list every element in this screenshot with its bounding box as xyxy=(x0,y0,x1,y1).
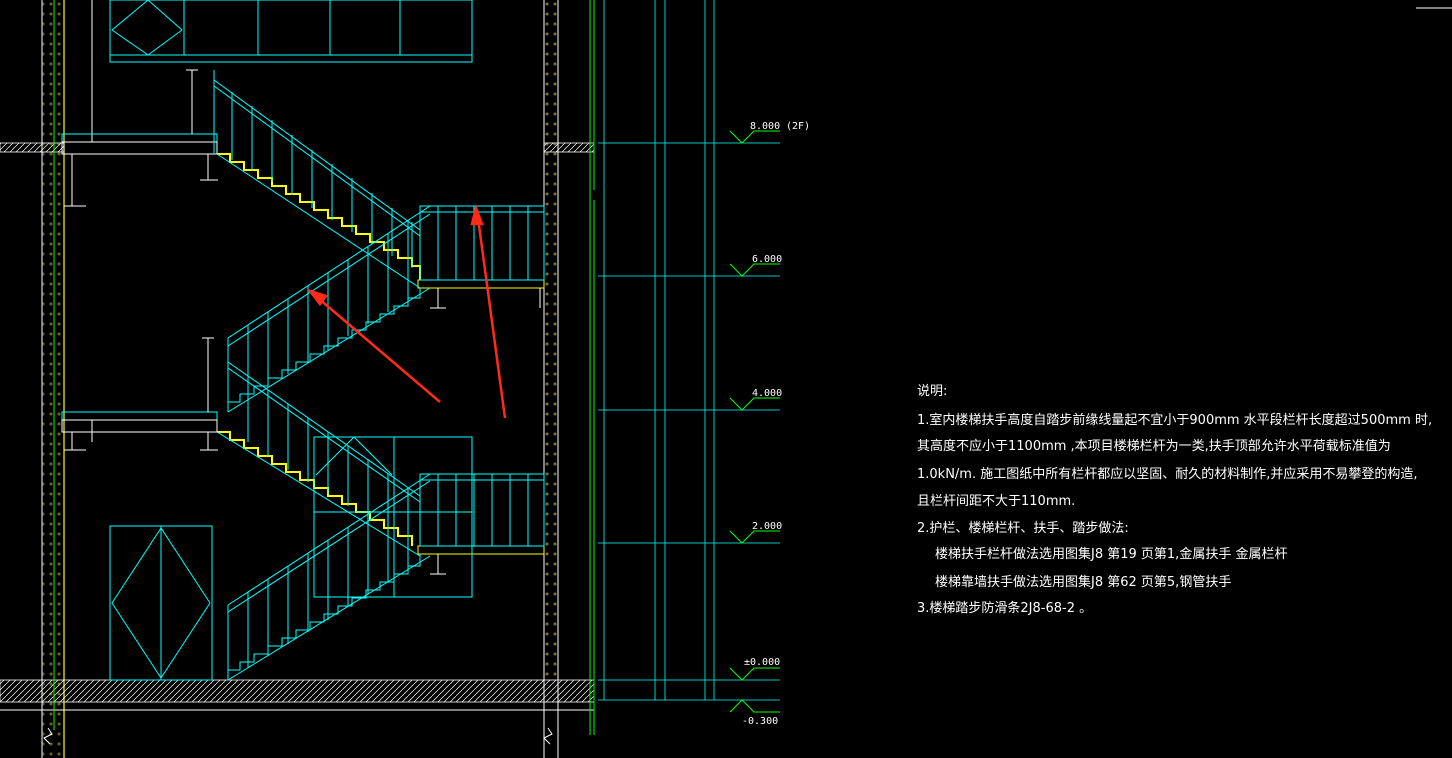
railings xyxy=(213,70,545,680)
door xyxy=(109,525,213,681)
stair-section-drawing: 8.000 (2F) 6.000 4.000 2.000 ±0.000 -0.3… xyxy=(0,0,1452,758)
notes-line-5: 2.护栏、楼梯栏杆、扶手、踏步做法: xyxy=(917,521,1129,536)
notes-line-4: 且栏杆间距不大于110mm. xyxy=(917,494,1076,509)
notes-line-8: 3.楼梯踏步防滑条2J8-68-2 。 xyxy=(917,601,1093,616)
stair-steps xyxy=(217,153,421,546)
notes-line-1: 1.室内楼梯扶手高度自踏步前缘线量起不宜小于900mm 水平段栏杆长度超过500… xyxy=(917,413,1433,428)
notes-line-2: 其高度不应小于1100mm ,本项目楼梯栏杆为一类,扶手顶部允许水平荷载标准值为 xyxy=(917,439,1391,454)
elevation-4000: 4.000 xyxy=(752,388,782,399)
elevation-8000-suffix: (2F) xyxy=(786,121,810,132)
notes-line-7: 楼梯靠墙扶手做法选用图集J8 第62 页第5,钢管扶手 xyxy=(935,575,1232,590)
notes-line-6: 楼梯扶手栏杆做法选用图集J8 第19 页第1,金属扶手 金属栏杆 xyxy=(935,547,1288,562)
right-wall xyxy=(543,0,559,758)
cad-drawing-canvas[interactable]: 8.000 (2F) 6.000 4.000 2.000 ±0.000 -0.3… xyxy=(0,0,1452,758)
arrow-left xyxy=(317,297,441,403)
side-window xyxy=(313,436,473,598)
elevation-markers xyxy=(729,130,780,713)
notes-title: 说明: xyxy=(917,384,948,399)
elevation-0000: ±0.000 xyxy=(744,657,780,668)
grid-lines xyxy=(53,0,595,735)
elevation-minus-0300: -0.300 xyxy=(742,716,778,727)
top-window xyxy=(109,0,473,63)
stair-steps-cyan xyxy=(216,153,431,681)
level-lines xyxy=(598,0,780,701)
supports xyxy=(64,69,541,575)
left-wall xyxy=(41,0,93,758)
notes-line-3: 1.0kN/m. 施工图纸中所有栏杆都应以坚固、耐久的材料制作,并应采用不易攀登… xyxy=(917,467,1418,482)
break-marks xyxy=(43,727,553,745)
elevation-2000: 2.000 xyxy=(752,521,782,532)
floor-slabs xyxy=(0,133,595,711)
elevation-6000: 6.000 xyxy=(752,254,782,265)
elevation-8000: 8.000 xyxy=(750,121,780,132)
elevation-labels: 8.000 (2F) 6.000 4.000 2.000 ±0.000 -0.3… xyxy=(742,121,810,727)
